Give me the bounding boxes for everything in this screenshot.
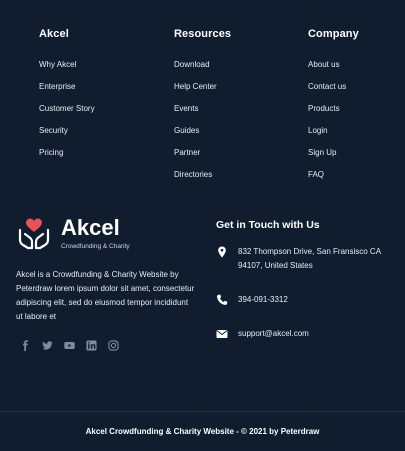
facebook-icon[interactable] [20, 340, 31, 351]
link-login[interactable]: Login [308, 126, 328, 135]
column-title: Resources [174, 28, 232, 40]
footer-column-company: Company About us Contact us Products Log… [308, 28, 359, 186]
link-security[interactable]: Security [39, 126, 68, 135]
footer-column-resources: Resources Download Help Center Events Gu… [174, 28, 231, 186]
phone-icon [216, 294, 228, 305]
link-help-center[interactable]: Help Center [174, 82, 217, 91]
twitter-icon[interactable] [42, 340, 53, 351]
copyright-text: Akcel Crowdfunding & Charity Website - ©… [85, 427, 320, 436]
contact-address: 832 Thompson Drive, San Fransisco CA 941… [216, 245, 396, 273]
contact-title: Get in Touch with Us [216, 219, 320, 231]
heart-hands-icon [18, 218, 50, 250]
column-title: Akcel [39, 28, 69, 40]
link-events[interactable]: Events [174, 104, 198, 113]
email-text: support@akcel.com [238, 329, 309, 338]
link-why-akcel[interactable]: Why Akcel [39, 60, 76, 69]
linkedin-icon[interactable] [86, 340, 97, 351]
column-title: Company [308, 28, 359, 40]
link-partner[interactable]: Partner [174, 148, 200, 157]
location-pin-icon [218, 246, 226, 258]
phone-text: 394-091-3312 [238, 295, 288, 304]
instagram-icon[interactable] [108, 340, 119, 351]
link-directories[interactable]: Directories [174, 170, 212, 179]
brand-logo[interactable]: Akcel Crowdfunding & Charity [17, 216, 130, 250]
footer-column-akcel: Akcel Why Akcel Enterprise Customer Stor… [39, 28, 95, 164]
contact-phone[interactable]: 394-091-3312 [216, 293, 396, 307]
link-faq[interactable]: FAQ [308, 170, 324, 179]
link-download[interactable]: Download [174, 60, 210, 69]
brand-name: Akcel [61, 214, 120, 240]
link-pricing[interactable]: Pricing [39, 148, 63, 157]
footer-divider [0, 411, 405, 412]
link-guides[interactable]: Guides [174, 126, 199, 135]
link-enterprise[interactable]: Enterprise [39, 82, 75, 91]
link-about-us[interactable]: About us [308, 60, 340, 69]
brand-tagline: Crowdfunding & Charity [61, 242, 130, 250]
link-sign-up[interactable]: Sign Up [308, 148, 336, 157]
contact-email[interactable]: support@akcel.com [216, 327, 396, 341]
youtube-icon[interactable] [64, 340, 75, 351]
link-customer-story[interactable]: Customer Story [39, 104, 95, 113]
about-text: Akcel is a Crowdfunding & Charity Websit… [16, 270, 195, 321]
link-contact-us[interactable]: Contact us [308, 82, 346, 91]
envelope-icon [216, 330, 228, 338]
link-products[interactable]: Products [308, 104, 340, 113]
social-links [20, 340, 119, 351]
contact-section: Get in Touch with Us 832 Thompson Drive,… [216, 219, 396, 361]
address-text: 832 Thompson Drive, San Fransisco CA 941… [238, 247, 381, 270]
